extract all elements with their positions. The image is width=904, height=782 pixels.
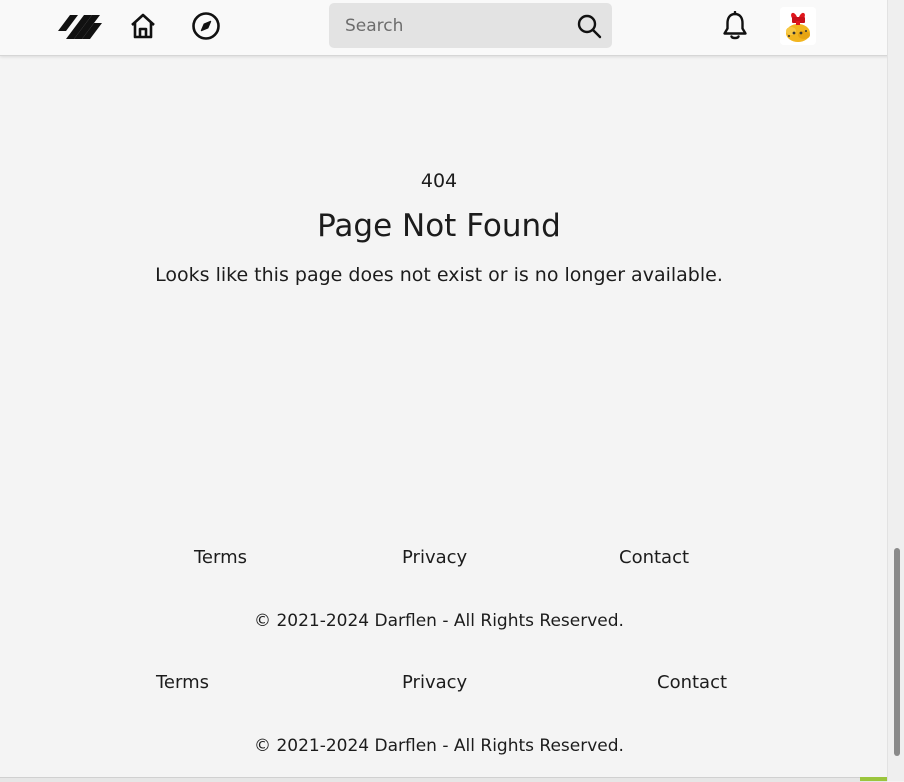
search-input[interactable] (329, 3, 559, 48)
vertical-scrollbar[interactable] (887, 0, 904, 781)
top-navigation-bar (0, 0, 897, 56)
bottom-accent (860, 777, 887, 781)
logo-icon[interactable] (55, 8, 107, 44)
avatar[interactable] (780, 7, 816, 45)
error-code: 404 (420, 170, 458, 192)
search-bar (329, 3, 612, 48)
scrollbar-thumb[interactable] (894, 548, 900, 756)
page-title: Page Not Found (317, 208, 561, 244)
footer-link-contact[interactable]: Contact (619, 546, 689, 570)
footer-link-contact[interactable]: Contact (657, 671, 727, 695)
christmas-gift-avatar-icon (780, 7, 816, 45)
footer-link-privacy[interactable]: Privacy (402, 546, 467, 570)
footer-link-terms[interactable]: Terms (156, 671, 209, 695)
error-message: Looks like this page does not exist or i… (155, 264, 723, 286)
footer-copyright: © 2021-2024 Darflen - All Rights Reserve… (254, 611, 624, 631)
search-icon[interactable] (574, 11, 604, 41)
home-icon[interactable] (126, 8, 160, 44)
compass-icon[interactable] (188, 8, 224, 44)
bell-icon[interactable] (717, 8, 753, 44)
footer-copyright: © 2021-2024 Darflen - All Rights Reserve… (254, 736, 624, 756)
footer-link-privacy[interactable]: Privacy (402, 671, 467, 695)
footer-link-terms[interactable]: Terms (194, 546, 247, 570)
bottom-edge-strip (0, 777, 887, 782)
